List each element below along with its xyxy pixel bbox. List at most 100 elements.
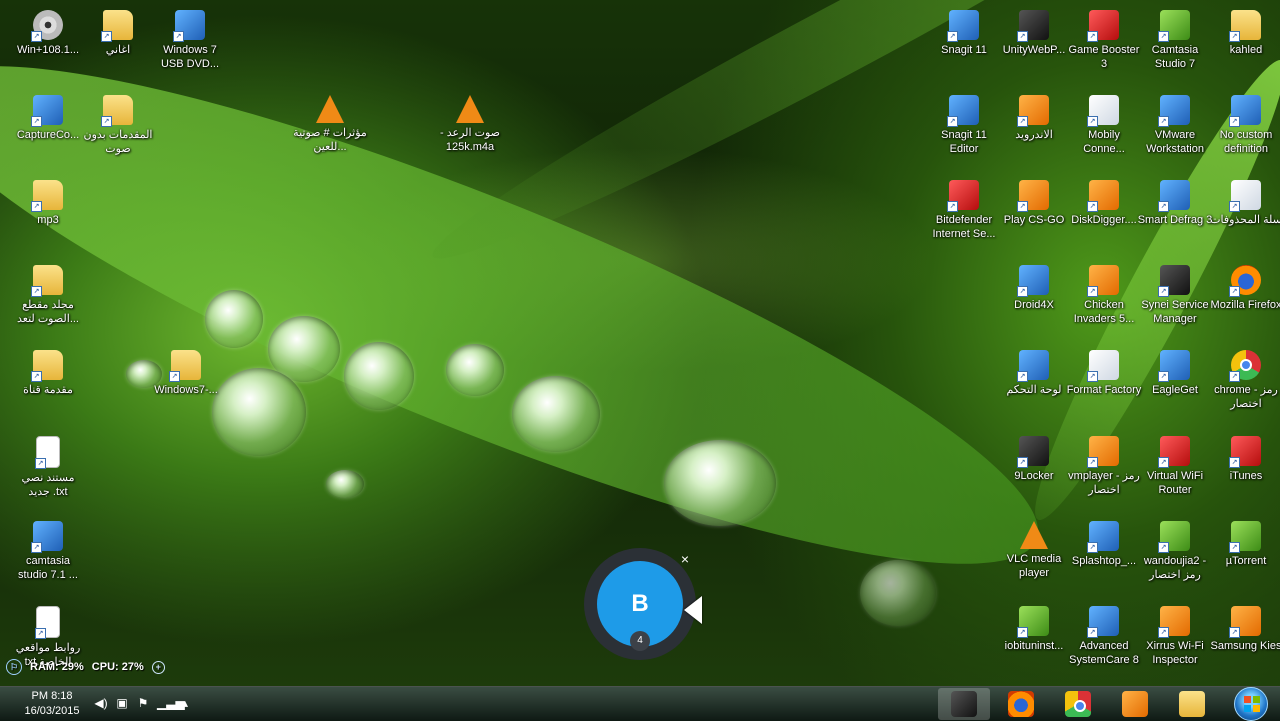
desktop-icon-folder-zip[interactable]: ↗ Windows7-...	[148, 344, 224, 428]
chat-head-bubble[interactable]: B 4 ×	[584, 548, 696, 660]
desktop-icon-vmplayer[interactable]: ↗ vmplayer - رمز اختصار	[1066, 430, 1142, 514]
desktop-icon-label: VLC media player	[1006, 553, 1062, 579]
desktop-icon-vlc[interactable]: صوت الرعد - 125k.m4a	[432, 89, 508, 173]
desktop-icon-label: iTunes	[1229, 470, 1263, 482]
close-icon[interactable]: ×	[678, 552, 692, 566]
system-clock[interactable]: PM 8:18 16/03/2015	[20, 689, 84, 719]
desktop-icon-smart-defrag[interactable]: ↗ Smart Defrag 3	[1137, 174, 1213, 258]
water-drop	[860, 560, 936, 626]
mouse-cursor-icon	[684, 596, 702, 624]
expand-icon[interactable]: +	[151, 660, 165, 674]
desktop-icon-wifi-router[interactable]: ↗ Virtual WiFi Router	[1137, 430, 1213, 514]
desktop-icon-lock-grid[interactable]: ↗ 9Locker	[996, 430, 1072, 514]
desktop-icon-systemcare[interactable]: ↗ Advanced SystemCare 8	[1066, 600, 1142, 684]
desktop-icon-label: Mozilla Firefox	[1210, 299, 1280, 311]
desktop-icon-mobily[interactable]: ↗ Mobily Conne...	[1066, 89, 1142, 173]
desktop-icon-eagleget[interactable]: ↗ EagleGet	[1137, 344, 1213, 428]
desktop-icon-snagit-editor[interactable]: ↗ Snagit 11 Editor	[926, 89, 1002, 173]
desktop-icon-label: مؤثرات # صوتية للعين...	[293, 127, 367, 153]
action-center-flag-icon[interactable]: ⚑	[136, 695, 150, 711]
desktop-icon-user-folder[interactable]: ↗ kahled	[1208, 4, 1280, 88]
desktop-icon-label: Snagit 11	[941, 44, 987, 56]
desktop-icon-samsung-kies[interactable]: ↗ Samsung Kies	[1208, 600, 1280, 684]
network-signal-icon[interactable]: ▁▃▅	[157, 695, 185, 711]
shortcut-arrow-icon: ↗	[1158, 371, 1169, 382]
desktop-icon-flask[interactable]: ↗ CaptureCo...	[10, 89, 86, 173]
start-button[interactable]	[1234, 687, 1268, 721]
desktop-icon-text-file[interactable]: ↗ مستند نصي جديد .txt	[10, 430, 86, 514]
desktop-icon-utorrent[interactable]: ↗ µTorrent	[1208, 515, 1280, 599]
desktop-icon-camtasia[interactable]: ↗ Camtasia Studio 7	[1137, 4, 1213, 88]
taskbar-button-chrome[interactable]	[1052, 688, 1104, 720]
camtasia-icon: ↗	[1158, 10, 1190, 42]
shortcut-arrow-icon: ↗	[1229, 371, 1240, 382]
desktop-icon-folder[interactable]: ↗ اغاني	[80, 4, 156, 88]
desktop-icon-splashtop[interactable]: ↗ Splashtop_...	[1066, 515, 1142, 599]
desktop-icon-vmware[interactable]: ↗ VMware Workstation	[1137, 89, 1213, 173]
desktop-icon-disc[interactable]: ↗ Win+108.1...	[10, 4, 86, 88]
desktop-icon-wandoujia[interactable]: ↗ wandoujia2 - رمز اختصار	[1137, 515, 1213, 599]
folder-zip-icon: ↗	[169, 350, 201, 382]
desktop-icon-label: Play CS-GO	[1003, 214, 1065, 226]
desktop-icon-game-booster[interactable]: ↗ Game Booster 3	[1066, 4, 1142, 88]
snagit-icon: ↗	[947, 10, 979, 42]
desktop-icon-bitdefender[interactable]: ↗ Bitdefender Internet Se...	[926, 174, 1002, 258]
vmware-icon: ↗	[1158, 95, 1190, 127]
desktop-icon-label: Xirrus Wi-Fi Inspector	[1146, 640, 1204, 666]
desktop-icon-csgo[interactable]: ↗ Play CS-GO	[996, 174, 1072, 258]
desktop-icon-unity[interactable]: ↗ UnityWebP...	[996, 4, 1072, 88]
shortcut-arrow-icon: ↗	[1158, 542, 1169, 553]
desktop-icon-label: UnityWebP...	[1002, 44, 1066, 56]
desktop-icon-vlc[interactable]: مؤثرات # صوتية للعين...	[292, 89, 368, 173]
desktop-icon-chicken[interactable]: ↗ Chicken Invaders 5...	[1066, 259, 1142, 343]
volume-icon[interactable]: ◀)	[94, 695, 108, 711]
shortcut-arrow-icon: ↗	[1158, 116, 1169, 127]
desktop-icon-gear[interactable]: ↗ Synei Service Manager	[1137, 259, 1213, 343]
shortcut-arrow-icon: ↗	[1229, 116, 1240, 127]
desktop-icon-label: EagleGet	[1152, 384, 1198, 396]
shortcut-arrow-icon: ↗	[1229, 286, 1240, 297]
desktop-icon-snagit[interactable]: ↗ Snagit 11	[926, 4, 1002, 88]
desktop-icon-label: VMware Workstation	[1146, 129, 1204, 155]
desktop-icon-folder[interactable]: ↗ المقدمات بدون صوت	[80, 89, 156, 173]
desktop-icon-xirrus[interactable]: ↗ Xirrus Wi-Fi Inspector	[1137, 600, 1213, 684]
desktop-icon-label: صوت الرعد - 125k.m4a	[440, 127, 500, 153]
desktop-icon-monitor[interactable]: ↗ No custom definition	[1208, 89, 1280, 173]
shortcut-arrow-icon: ↗	[1229, 542, 1240, 553]
eagleget-icon: ↗	[1158, 350, 1190, 382]
shortcut-arrow-icon: ↗	[1229, 201, 1240, 212]
desktop-icon-itunes[interactable]: ↗ iTunes	[1208, 430, 1280, 514]
desktop-icon-recycle-bin[interactable]: ↗ سلة المحذوفات	[1208, 174, 1280, 258]
show-hidden-icons-chevron-icon[interactable]: ▴	[178, 695, 192, 711]
desktop-icon-label: Game Booster 3	[1068, 44, 1140, 70]
desktop-icon-usb-dvd-tool[interactable]: ↗ Windows 7 USB DVD...	[152, 4, 228, 88]
taskbar-button-firefox[interactable]	[995, 688, 1047, 720]
power-plug-icon[interactable]: ▣	[115, 695, 129, 711]
desktop-icon-iobit-uninstaller[interactable]: ↗ iobituninst...	[996, 600, 1072, 684]
desktop-icon-folder[interactable]: ↗ مقدمة قناة	[10, 344, 86, 428]
desktop-icon-folder[interactable]: ↗ مجلد مقطع الصوت لتعد...	[10, 259, 86, 343]
water-drop	[326, 470, 364, 498]
desktop-icon-label: سلة المحذوفات	[1210, 214, 1280, 226]
desktop-icon-android-butterfly[interactable]: ↗ الاندرويد	[996, 89, 1072, 173]
taskbar-button-camtasia-recorder[interactable]	[938, 688, 990, 720]
vlc-icon	[316, 95, 344, 123]
taskbar-button-explorer[interactable]	[1166, 688, 1218, 720]
desktop-icon-format-factory[interactable]: ↗ Format Factory	[1066, 344, 1142, 428]
water-drop	[344, 342, 414, 410]
shortcut-arrow-icon: ↗	[35, 628, 46, 639]
desktop-icon-label: الاندرويد	[1015, 129, 1053, 141]
desktop-icon-vlc[interactable]: VLC media player	[996, 515, 1072, 599]
taskbar-button-media-player[interactable]	[1109, 688, 1161, 720]
desktop-icon-shovel[interactable]: ↗ DiskDigger....	[1066, 174, 1142, 258]
desktop-icon-folder[interactable]: ↗ mp3	[10, 174, 86, 258]
xirrus-icon: ↗	[1158, 606, 1190, 638]
desktop-icon-chrome[interactable]: ↗ chrome - رمز اختصار	[1208, 344, 1280, 428]
desktop-icon-installer[interactable]: ↗ camtasia studio 7.1 ...	[10, 515, 86, 599]
system-monitor-widget[interactable]: ⚐ RAM: 29% CPU: 27% +	[6, 658, 165, 676]
desktop-icon-label: Virtual WiFi Router	[1146, 470, 1204, 496]
desktop-icon-droid4x[interactable]: ↗ Droid4X	[996, 259, 1072, 343]
desktop-icon-control-panel[interactable]: ↗ لوحة التحكم	[996, 344, 1072, 428]
desktop-icon-firefox[interactable]: ↗ Mozilla Firefox	[1208, 259, 1280, 343]
monitor-lock-icon[interactable]: ⚐	[6, 659, 22, 675]
